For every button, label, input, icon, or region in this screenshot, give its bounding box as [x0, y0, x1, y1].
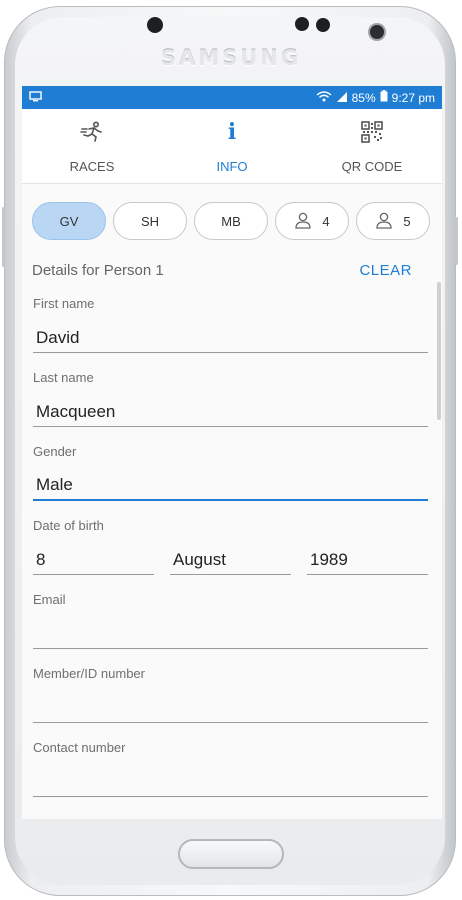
person-form: First name David Last name Macqueen Gend… — [22, 296, 442, 797]
first-name-label: First name — [33, 296, 95, 311]
person-icon — [294, 211, 312, 232]
runner-icon — [80, 119, 104, 145]
tab-label: RACES — [69, 159, 115, 174]
info-icon: i — [227, 119, 237, 145]
power-button — [455, 217, 458, 265]
dob-day-field[interactable]: 8 — [33, 545, 154, 575]
chip-label: SH — [140, 213, 160, 229]
person-chip-5[interactable]: 5 — [356, 202, 430, 240]
member-id-field[interactable] — [33, 693, 428, 723]
details-header: Details for Person 1 CLEAR — [22, 240, 442, 279]
tab-bar: RACES i INFO QR CODE — [22, 109, 442, 184]
chip-label: 4 — [322, 213, 330, 229]
front-sensor — [147, 17, 163, 33]
brand-logo: SAMSUNG — [160, 46, 302, 70]
email-label: Email — [33, 592, 66, 607]
person-chip-sh[interactable]: SH — [113, 202, 187, 240]
qr-code-icon — [361, 119, 383, 145]
tab-label: QR CODE — [341, 159, 403, 174]
gender-label: Gender — [33, 444, 77, 459]
date-of-birth-row: 8 August 1989 — [33, 533, 428, 575]
person-icon — [375, 211, 393, 232]
date-of-birth-label: Date of birth — [33, 518, 104, 533]
last-name-field[interactable]: Macqueen — [33, 397, 428, 427]
clock: 9:27 pm — [391, 90, 435, 105]
dob-year-field[interactable]: 1989 — [307, 545, 428, 575]
last-name-label: Last name — [33, 370, 94, 385]
first-name-field[interactable]: David — [33, 323, 428, 353]
tab-races[interactable]: RACES — [22, 109, 162, 183]
front-camera — [316, 18, 330, 32]
gender-field[interactable]: Male — [33, 471, 428, 501]
screen-cast-icon — [29, 90, 42, 105]
tab-info[interactable]: i INFO — [162, 109, 302, 183]
wifi-icon — [316, 90, 332, 105]
app-screen: 85% 9:27 pm RACES i INFO QR CODE GV SH M… — [22, 86, 442, 819]
scrollbar[interactable] — [437, 282, 441, 420]
tab-qr-code[interactable]: QR CODE — [302, 109, 442, 183]
battery-icon — [380, 90, 388, 105]
battery-percent: 85% — [351, 90, 376, 105]
front-camera — [370, 25, 384, 39]
chip-label: MB — [221, 213, 241, 229]
status-bar: 85% 9:27 pm — [22, 86, 442, 109]
contact-number-label: Contact number — [33, 740, 126, 755]
signal-icon — [336, 91, 348, 105]
home-button[interactable] — [178, 839, 284, 869]
chip-label: GV — [59, 213, 79, 229]
person-chip-gv[interactable]: GV — [32, 202, 106, 240]
dob-month-field[interactable]: August — [170, 545, 291, 575]
email-field[interactable] — [33, 619, 428, 649]
details-title: Details for Person 1 — [32, 262, 164, 279]
person-chip-mb[interactable]: MB — [194, 202, 268, 240]
volume-button — [2, 207, 5, 267]
tab-label: INFO — [216, 159, 248, 174]
member-id-label: Member/ID number — [33, 666, 145, 681]
clear-button[interactable]: CLEAR — [359, 262, 412, 279]
person-selector: GV SH MB 4 5 — [22, 184, 442, 240]
contact-number-field[interactable] — [33, 767, 428, 797]
person-chip-4[interactable]: 4 — [275, 202, 349, 240]
chip-label: 5 — [403, 213, 411, 229]
front-sensor — [295, 17, 309, 31]
